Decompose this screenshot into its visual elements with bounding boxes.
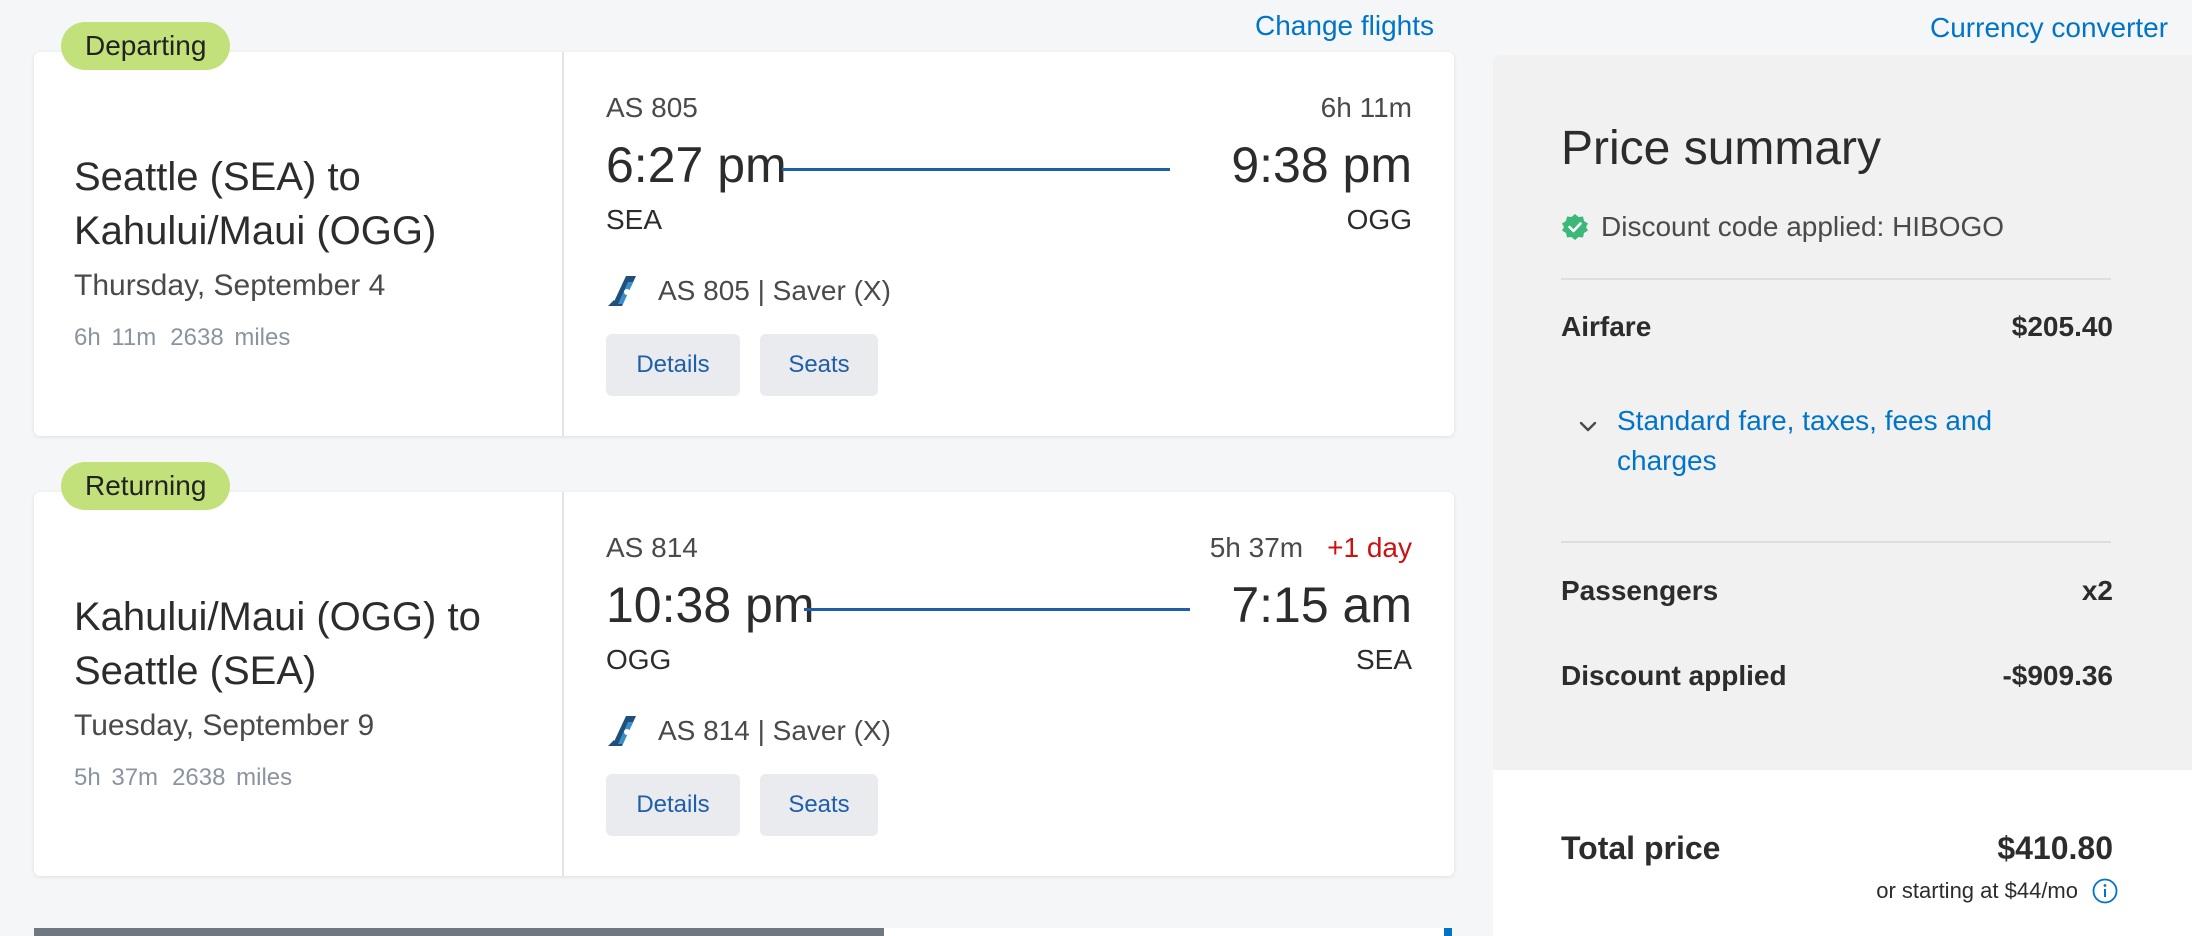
alaska-airlines-tail-icon bbox=[608, 276, 636, 306]
discount-label: Discount applied bbox=[1561, 660, 1787, 691]
total-price-panel: Total price $410.80 or starting at $44/m… bbox=[1493, 770, 2192, 936]
fare-breakdown-toggle[interactable]: Standard fare, taxes, fees and charges bbox=[1573, 401, 2043, 481]
returning-route: Kahului/Maui (OGG) to Seattle (SEA) bbox=[74, 595, 481, 693]
returning-duration: 5h 37m bbox=[74, 764, 159, 791]
returning-arrive-time: 7:15 am bbox=[1231, 577, 1412, 633]
returning-flight-number: AS 814 bbox=[606, 532, 698, 563]
departing-origin-code: SEA bbox=[606, 204, 663, 235]
plus-day-badge: +1 day bbox=[1327, 532, 1412, 563]
passengers-label: Passengers bbox=[1561, 575, 1719, 606]
departing-arrive-time: 9:38 pm bbox=[1231, 137, 1412, 193]
returning-fare-info: AS 814 | Saver (X) bbox=[606, 714, 891, 748]
returning-depart-time: 10:38 pm bbox=[606, 577, 815, 633]
departing-seats-button[interactable]: Seats bbox=[760, 334, 878, 396]
returning-flight-duration-text: 5h 37m bbox=[1209, 532, 1304, 563]
verified-check-icon bbox=[1562, 214, 1588, 240]
summary-divider bbox=[1561, 541, 2111, 543]
returning-seats-button[interactable]: Seats bbox=[760, 774, 878, 836]
returning-date: Tuesday, September 9 bbox=[74, 709, 375, 742]
price-summary-title: Price summary bbox=[1561, 122, 1882, 175]
departing-route: Seattle (SEA) to Kahului/Maui (OGG) bbox=[74, 155, 437, 253]
summary-divider bbox=[1561, 278, 2111, 280]
currency-converter-link[interactable]: Currency converter bbox=[1930, 12, 2168, 44]
departing-flight-number: AS 805 bbox=[606, 92, 698, 123]
chevron-down-icon bbox=[1579, 421, 1597, 432]
price-summary-panel: Price summary Discount code applied: HIB… bbox=[1493, 55, 2192, 770]
departing-details: AS 805 6h 11m 6:27 pm 9:38 pm SEA OGG AS… bbox=[564, 52, 1454, 436]
departing-duration: 6h 11m bbox=[74, 324, 157, 351]
returning-flight-duration: 5h 37m +1 day bbox=[1210, 532, 1412, 564]
departing-summary: Seattle (SEA) to Kahului/Maui (OGG) Thur… bbox=[34, 52, 564, 436]
departing-fare-text: AS 805 | Saver (X) bbox=[658, 275, 891, 306]
financing-text: or starting at $44/mo bbox=[1876, 878, 2078, 903]
departing-date: Thursday, September 4 bbox=[74, 269, 386, 302]
passengers-value: x2 bbox=[2081, 575, 2113, 606]
departing-details-button[interactable]: Details bbox=[606, 334, 740, 396]
airfare-row: Airfare $205.40 bbox=[1561, 311, 2113, 343]
departing-flight-duration-text: 6h 11m bbox=[1320, 92, 1412, 123]
discount-code-text: Discount code applied: HIBOGO bbox=[1601, 211, 2005, 242]
change-flights-link[interactable]: Change flights bbox=[1255, 10, 1434, 42]
departing-route-line bbox=[782, 168, 1170, 171]
next-section-image-edge bbox=[34, 928, 884, 936]
returning-summary: Kahului/Maui (OGG) to Seattle (SEA) Tues… bbox=[34, 492, 564, 876]
returning-flight-card: Returning Kahului/Maui (OGG) to Seattle … bbox=[34, 462, 1454, 876]
departing-distance: 2638 miles bbox=[170, 324, 291, 351]
discount-row: Discount applied -$909.36 bbox=[1561, 660, 2113, 692]
returning-details: AS 814 5h 37m +1 day 10:38 pm 7:15 am OGG… bbox=[564, 492, 1454, 876]
airfare-value: $205.40 bbox=[2011, 311, 2113, 342]
alaska-airlines-tail-icon bbox=[608, 716, 636, 746]
next-section-accent-edge bbox=[1444, 928, 1452, 936]
total-row: Total price $410.80 bbox=[1561, 830, 2113, 867]
fare-breakdown-link[interactable]: Standard fare, taxes, fees and charges bbox=[1617, 401, 2043, 481]
returning-dest-code: SEA bbox=[1355, 644, 1412, 675]
total-label: Total price bbox=[1561, 830, 1721, 866]
departing-flight-card: Departing Seattle (SEA) to Kahului/Maui … bbox=[34, 22, 1454, 436]
returning-distance: 2638 miles bbox=[172, 764, 293, 791]
departing-depart-time: 6:27 pm bbox=[606, 137, 787, 193]
returning-meta: 5h 37m 2638 miles bbox=[74, 764, 292, 792]
departing-dest-code: OGG bbox=[1346, 204, 1412, 235]
returning-details-button[interactable]: Details bbox=[606, 774, 740, 836]
departing-meta: 6h 11m 2638 miles bbox=[74, 324, 290, 352]
departing-fare-info: AS 805 | Saver (X) bbox=[606, 274, 891, 308]
discount-code-status: Discount code applied: HIBOGO bbox=[1561, 211, 2004, 243]
passengers-row: Passengers x2 bbox=[1561, 575, 2113, 607]
returning-route-line bbox=[804, 608, 1190, 611]
info-icon[interactable] bbox=[2092, 878, 2118, 904]
returning-origin-code: OGG bbox=[606, 644, 672, 675]
departing-flight-duration: 6h 11m bbox=[1321, 92, 1412, 124]
total-value: $410.80 bbox=[1997, 830, 2113, 866]
returning-fare-text: AS 814 | Saver (X) bbox=[658, 715, 891, 746]
airfare-label: Airfare bbox=[1561, 311, 1652, 342]
discount-value: -$909.36 bbox=[2002, 660, 2113, 691]
financing-info: or starting at $44/mo bbox=[1876, 878, 2118, 904]
next-section-edge bbox=[884, 928, 1444, 936]
